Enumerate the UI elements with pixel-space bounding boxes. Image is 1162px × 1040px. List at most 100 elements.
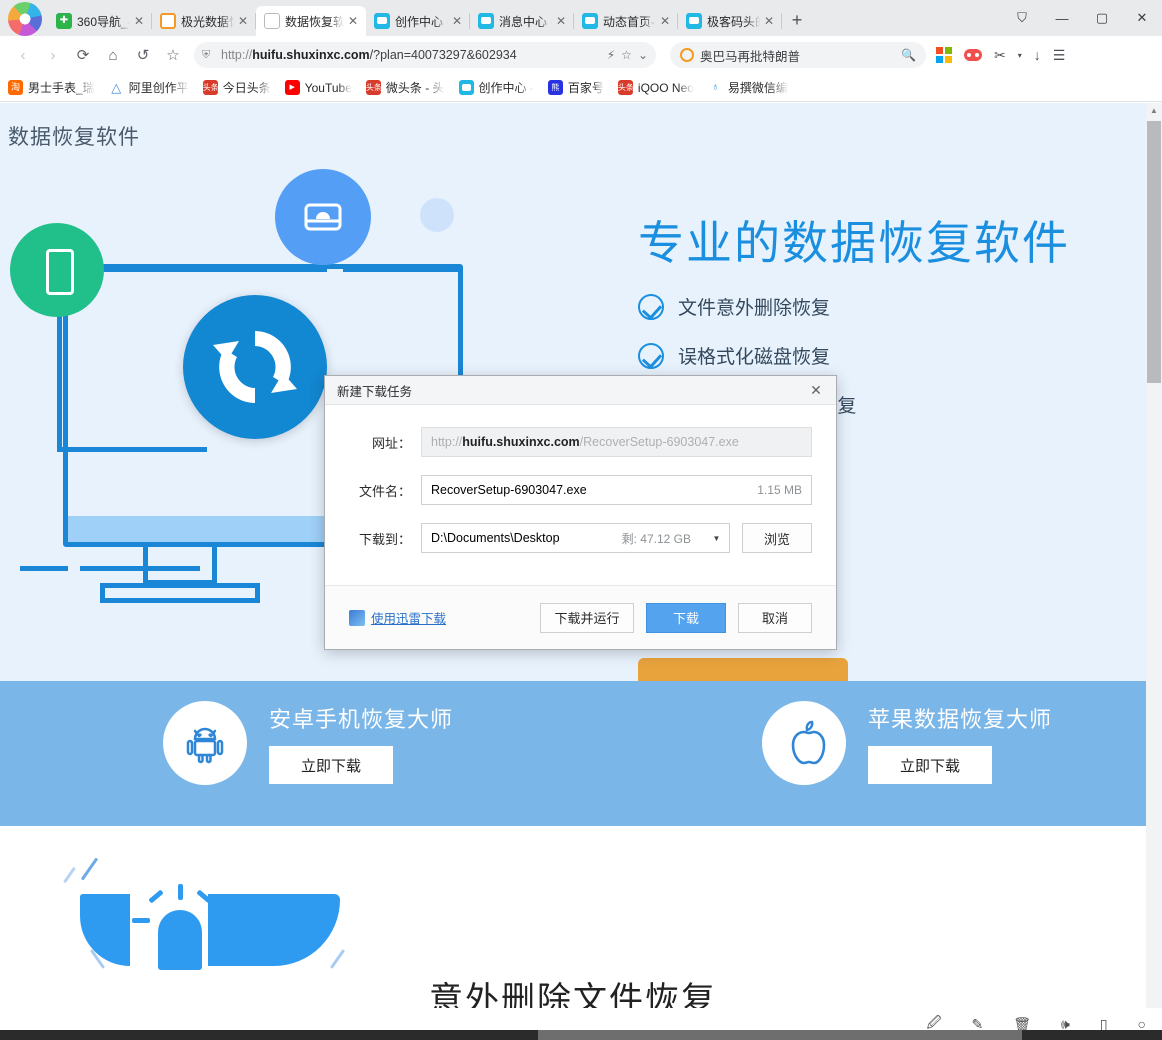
menu-icon[interactable]: ☰ [1053, 47, 1066, 64]
browse-button[interactable]: 浏览 [742, 523, 812, 553]
screenshot-scissors-icon[interactable]: ✂ [994, 47, 1006, 64]
tab-close-icon[interactable]: ✕ [450, 14, 464, 28]
chevron-down-icon[interactable]: ⌄ [638, 48, 648, 62]
tab-close-icon[interactable]: ✕ [236, 14, 250, 28]
spark-line [63, 867, 76, 883]
skin-icon[interactable]: ⛉ [1002, 0, 1042, 36]
bilibili-icon [374, 13, 390, 29]
tab-label: 动态首页-叫 [603, 13, 658, 30]
scrollbar-thumb[interactable] [1147, 121, 1161, 383]
thunder-download-link[interactable]: 使用迅雷下载 [349, 608, 446, 627]
tab-4[interactable]: 消息中心 - ✕ [470, 6, 574, 36]
yizhuan-icon: ♁ [708, 80, 723, 95]
url-scheme: http:// [221, 48, 252, 62]
feature-item-0: 文件意外删除恢复 [638, 293, 1138, 320]
toutiao-icon: 头条 [618, 80, 633, 95]
bookmark-3[interactable]: YouTube [285, 80, 352, 95]
tab-6[interactable]: 极客码头的 ✕ [678, 6, 782, 36]
address-bar[interactable]: ⛨ http://huifu.shuxinxc.com/?plan=400732… [194, 42, 656, 68]
bookmark-1[interactable]: △阿里创作平 [109, 79, 189, 96]
tab-close-icon[interactable]: ✕ [658, 14, 672, 28]
hero-headline: 专业的数据恢复软件 [638, 216, 1138, 271]
monitor-base [100, 583, 260, 603]
download-button[interactable]: 下载 [646, 603, 726, 633]
favorite-star-icon[interactable]: ☆ [621, 48, 632, 62]
tab-3[interactable]: 创作中心 - ✕ [366, 6, 470, 36]
bilibili-icon [686, 13, 702, 29]
window-controls: ⛉ — ▢ ✕ [1002, 0, 1162, 36]
360-icon [56, 13, 72, 29]
scroll-up-arrow-icon[interactable]: ▲ [1146, 103, 1162, 119]
tab-close-icon[interactable]: ✕ [346, 14, 360, 28]
url-scheme: http:// [431, 435, 462, 449]
maximize-icon[interactable]: ▢ [1082, 0, 1122, 36]
scissors-caret-icon[interactable]: ▾ [1018, 51, 1022, 60]
android-icon [163, 701, 247, 785]
download-and-run-button[interactable]: 下载并运行 [540, 603, 634, 633]
bookmark-2[interactable]: 头条今日头条 [203, 79, 271, 96]
back-icon[interactable]: ‹ [8, 40, 38, 70]
bookmark-label: 男士手表_瑞 [28, 79, 95, 96]
undo-icon[interactable]: ↺ [128, 40, 158, 70]
search-box[interactable]: 奥巴马再批特朗普 🔍 [670, 42, 926, 68]
filename-input[interactable]: RecoverSetup-6903047.exe [431, 483, 757, 497]
savepath-field[interactable]: D:\Documents\Desktop 剩: 47.12 GB [421, 523, 704, 553]
tab-1[interactable]: 极光数据恢 ✕ [152, 6, 256, 36]
lightning-icon[interactable]: ⚡ [607, 48, 615, 62]
bulb-ray [178, 884, 183, 900]
filename-field[interactable]: RecoverSetup-6903047.exe 1.15 MB [421, 475, 812, 505]
url-label: 网址： [349, 433, 421, 452]
home-icon[interactable]: ⌂ [98, 40, 128, 70]
promo-download-button[interactable]: 立即下载 [269, 746, 393, 784]
new-tab-button[interactable]: + [782, 6, 812, 36]
spark-line [81, 857, 98, 880]
bookmark-label: iQOO Neo [638, 81, 694, 95]
bookmark-5[interactable]: 创作中心 - [459, 79, 534, 96]
gamepad-icon[interactable] [964, 49, 982, 61]
close-icon[interactable]: ✕ [1122, 0, 1162, 36]
tab-close-icon[interactable]: ✕ [554, 14, 568, 28]
toolbar-right: ✂ ▾ ↓ ☰ [936, 47, 1065, 64]
cancel-button[interactable]: 取消 [738, 603, 812, 633]
search-icon[interactable]: 🔍 [901, 48, 916, 62]
thunder-link-label[interactable]: 使用迅雷下载 [371, 608, 446, 627]
bookmark-8[interactable]: ♁易撰微信编 [708, 79, 788, 96]
downloads-icon[interactable]: ↓ [1034, 47, 1041, 63]
reload-icon[interactable]: ⟳ [68, 40, 98, 70]
bookmark-7[interactable]: 头条 iQOO Neo [618, 80, 694, 95]
windows-tiles-icon[interactable] [936, 47, 952, 63]
tab-close-icon[interactable]: ✕ [762, 14, 776, 28]
tab-5[interactable]: 动态首页-叫 ✕ [574, 6, 678, 36]
dialog-close-icon[interactable]: ✕ [804, 382, 828, 399]
minimize-icon[interactable]: — [1042, 0, 1082, 36]
bookmark-label: 微头条 - 头 [386, 79, 445, 96]
bookmark-0[interactable]: 淘男士手表_瑞 [8, 79, 95, 96]
tab-label: 数据恢复软 [285, 13, 346, 30]
tab-close-icon[interactable]: ✕ [132, 14, 146, 28]
harddisk-cloud-circle-icon [275, 169, 371, 265]
remaining-space-label: 剩: 47.12 GB [622, 530, 695, 547]
bottom-section: 意外删除文件恢复 [0, 826, 1146, 1008]
forward-icon[interactable]: › [38, 40, 68, 70]
bookmark-star-icon[interactable]: ☆ [158, 40, 188, 70]
filename-label: 文件名： [349, 481, 421, 500]
bookmark-4[interactable]: 头条微头条 - 头 [366, 79, 445, 96]
savepath-value[interactable]: D:\Documents\Desktop [431, 531, 560, 545]
tab-label: 创作中心 - [395, 13, 450, 30]
url-path: /?plan=40073297&602934 [370, 48, 517, 62]
feature-label: 文件意外删除恢复 [678, 293, 830, 320]
url-field[interactable]: http://huifu.shuxinxc.com/RecoverSetup-6… [421, 427, 812, 457]
bulb-ray [210, 918, 228, 923]
tab-2-active[interactable]: 数据恢复软 ✕ [256, 6, 366, 36]
savepath-dropdown-caret-icon[interactable]: ▼ [704, 523, 730, 553]
toutiao-icon: 头条 [203, 80, 218, 95]
search-input[interactable]: 奥巴马再批特朗普 [700, 46, 895, 65]
vertical-scrollbar[interactable]: ▲ [1146, 103, 1162, 1008]
dialog-buttons: 下载并运行 下载 取消 [540, 603, 812, 633]
bookmark-label: 今日头条 [223, 79, 271, 96]
tab-0[interactable]: 360导航_— ✕ [48, 6, 152, 36]
feature-label: 误格式化磁盘恢复 [678, 342, 830, 369]
promo-download-button[interactable]: 立即下载 [868, 746, 992, 784]
bookmark-6[interactable]: 熊百家号 [548, 79, 604, 96]
new-download-task-dialog: 新建下载任务 ✕ 网址： http://huifu.shuxinxc.com/R… [324, 375, 837, 650]
